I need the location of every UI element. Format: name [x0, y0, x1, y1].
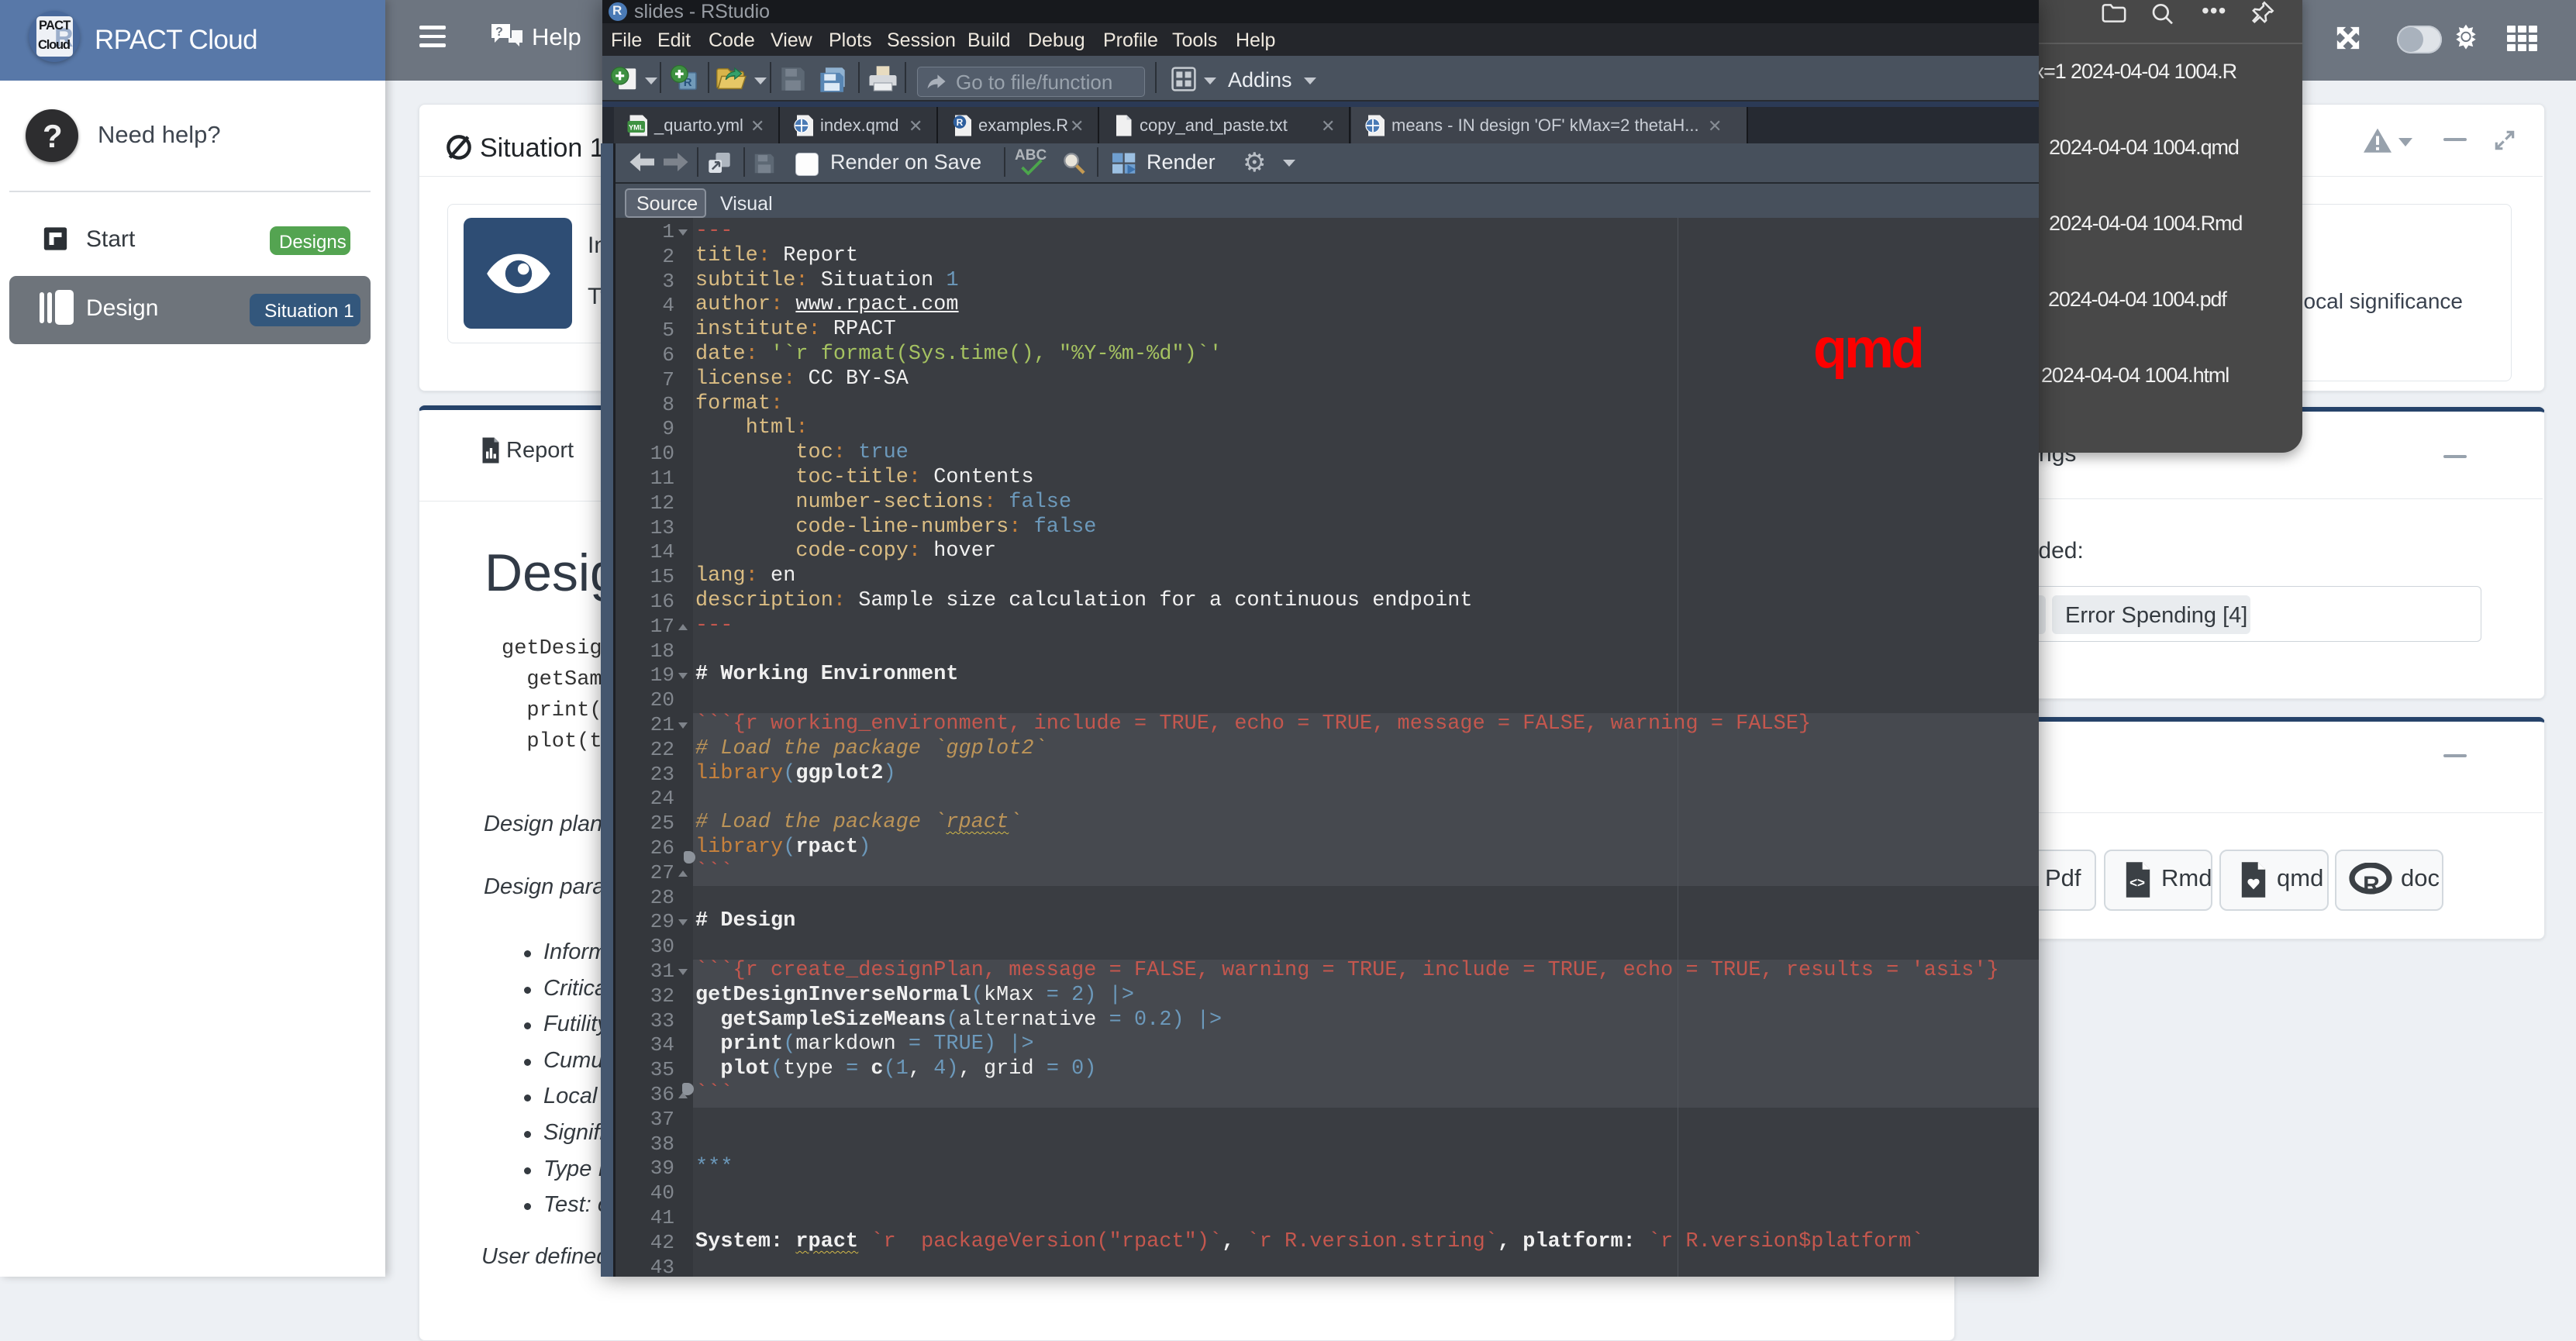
- svg-text:?: ?: [495, 26, 503, 39]
- svg-text:YML: YML: [629, 123, 644, 131]
- svg-text:<>: <>: [2129, 876, 2145, 891]
- svg-text:R: R: [957, 117, 964, 128]
- svg-text:R: R: [2363, 872, 2380, 897]
